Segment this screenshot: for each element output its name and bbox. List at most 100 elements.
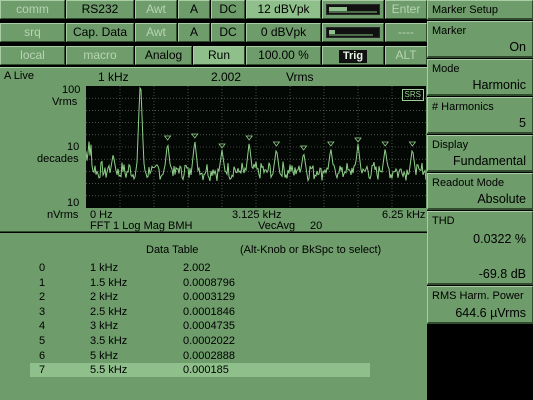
harmonic-marker	[272, 141, 281, 147]
level-bar	[326, 27, 380, 38]
harmonics-value: 5	[519, 116, 526, 130]
channel-b-range-indicator[interactable]: 0 dBVpk	[246, 23, 321, 42]
srq-indicator[interactable]: srq	[0, 23, 65, 42]
graph-title: A Live	[4, 70, 34, 82]
channel-b-input-indicator[interactable]: A	[178, 23, 210, 42]
thd-db-value: -69.8 dB	[478, 267, 526, 281]
run-indicator[interactable]: Run	[193, 46, 245, 65]
softkey-harmonics[interactable]: # Harmonics 5	[427, 97, 533, 134]
row-index: 6	[39, 349, 46, 362]
level-bar	[326, 4, 380, 15]
table-row[interactable]: 1 1.5 kHz 0.0008796	[30, 276, 370, 290]
rms-harm-power-readout: RMS Harm. Power 644.6 µVrms	[427, 286, 533, 324]
marker-value: On	[509, 40, 526, 54]
menu-title-text: Marker Setup	[432, 4, 499, 16]
harmonic-marker	[163, 135, 172, 141]
harmonic-marker	[245, 135, 253, 141]
alt-button[interactable]: ALT	[385, 46, 427, 65]
y-axis-top-unit: Vrms	[52, 96, 78, 108]
table-row[interactable]: 4 3 kHz 0.0004735	[30, 319, 370, 333]
table-row[interactable]: 5 3.5 kHz 0.0002022	[30, 334, 370, 348]
readout-value: Absolute	[477, 192, 526, 206]
trig-label: Trig	[338, 50, 368, 63]
measurement-label: FFT 1 Log Mag BMH	[90, 220, 193, 232]
progress-indicator[interactable]: 100.00 %	[246, 46, 321, 65]
fft-trace-svg	[86, 86, 426, 208]
table-row[interactable]: 0 1 kHz 2.002	[30, 261, 370, 275]
enter-button[interactable]: Enter	[385, 0, 427, 19]
channel-a-awt-indicator[interactable]: Awt	[135, 0, 177, 19]
row-value: 0.0002888	[183, 349, 235, 362]
softkey-mode[interactable]: Mode Harmonic	[427, 59, 533, 96]
capture-data-indicator[interactable]: Cap. Data	[66, 23, 134, 42]
row-value: 0.0002022	[183, 335, 235, 347]
y-axis-bottom-unit: nVrms	[47, 209, 79, 221]
rms-value: 644.6 µVrms	[455, 306, 526, 320]
plot-grid	[86, 86, 426, 208]
data-table-title: Data Table	[146, 244, 199, 256]
channel-a-coupling-indicator[interactable]: DC	[211, 0, 245, 19]
table-row[interactable]: 2 2 kHz 0.0003129	[30, 290, 370, 304]
table-row[interactable]: 7 5.5 kHz 0.000185	[30, 363, 370, 378]
analog-indicator[interactable]: Analog	[135, 46, 192, 65]
mode-value: Harmonic	[472, 78, 527, 92]
level-range	[329, 34, 373, 36]
dashes-indicator[interactable]: ----	[385, 23, 427, 42]
row-index: 7	[39, 364, 46, 377]
thd-readout: THD 0.0322 % -69.8 dB	[427, 211, 533, 285]
harmonic-marker	[327, 141, 335, 147]
row-frequency: 2.5 kHz	[90, 305, 128, 318]
row-index: 0	[39, 262, 46, 274]
local-indicator[interactable]: local	[0, 46, 65, 65]
harmonic-marker	[381, 141, 389, 147]
marker-label: Marker	[432, 25, 467, 37]
harmonic-marker	[408, 141, 417, 147]
row-frequency: 2 kHz	[90, 291, 119, 304]
softkey-display[interactable]: Display Fundamental	[427, 135, 533, 172]
interface-rs232-indicator[interactable]: RS232	[66, 0, 134, 19]
channel-a-level-meter	[322, 0, 384, 19]
row-frequency: 1.5 kHz	[90, 276, 128, 289]
data-table-panel: Data Table (Alt-Knob or BkSpc to select)…	[0, 233, 427, 400]
level-range	[329, 11, 377, 13]
channel-b-awt-indicator[interactable]: Awt	[135, 23, 177, 42]
row-value: 2.002	[183, 262, 211, 274]
comm-indicator[interactable]: comm	[0, 0, 65, 19]
fft-plot[interactable]: SRS	[86, 86, 426, 208]
thd-percent-value: 0.0322 %	[473, 232, 526, 246]
row-index: 1	[39, 276, 46, 289]
data-table-hint: (Alt-Knob or BkSpc to select)	[240, 244, 382, 256]
softkey-marker[interactable]: Marker On	[427, 21, 533, 58]
channel-b-coupling-indicator[interactable]: DC	[211, 23, 245, 42]
table-row[interactable]: 3 2.5 kHz 0.0001846	[30, 305, 370, 319]
channel-b-level-meter	[322, 23, 384, 42]
srs-logo: SRS	[401, 89, 424, 101]
row-frequency: 5 kHz	[90, 349, 119, 362]
y-axis-top: 100	[62, 84, 81, 96]
macro-indicator[interactable]: macro	[66, 46, 134, 65]
marker-frequency: 1 kHz	[98, 70, 129, 84]
channel-a-range-indicator[interactable]: 12 dBVpk	[246, 0, 321, 19]
softkey-readout-mode[interactable]: Readout Mode Absolute	[427, 173, 533, 210]
x-axis-end: 6.25 kHz	[382, 209, 426, 221]
thd-label: THD	[432, 215, 455, 227]
trigger-indicator[interactable]: Trig	[322, 46, 384, 65]
harmonic-marker	[299, 145, 308, 151]
averaging-label: VecAvg	[258, 220, 296, 232]
row-frequency: 1 kHz	[90, 262, 119, 274]
harmonics-label: # Harmonics	[432, 101, 494, 113]
channel-a-input-indicator[interactable]: A	[178, 0, 210, 19]
row-value: 0.0003129	[183, 291, 235, 304]
row-index: 3	[39, 305, 46, 318]
row-index: 4	[39, 320, 46, 333]
row-value: 0.0008796	[183, 276, 235, 289]
table-row[interactable]: 6 5 kHz 0.0002888	[30, 349, 370, 363]
row-value: 0.000185	[183, 364, 229, 377]
y-axis-bottom: 10	[67, 197, 80, 209]
row-index: 5	[39, 335, 46, 347]
row-frequency: 3 kHz	[90, 320, 119, 333]
row-index: 2	[39, 291, 46, 304]
readout-label: Readout Mode	[432, 177, 505, 189]
averaging-count: 20	[310, 220, 323, 232]
display-label: Display	[432, 139, 469, 151]
